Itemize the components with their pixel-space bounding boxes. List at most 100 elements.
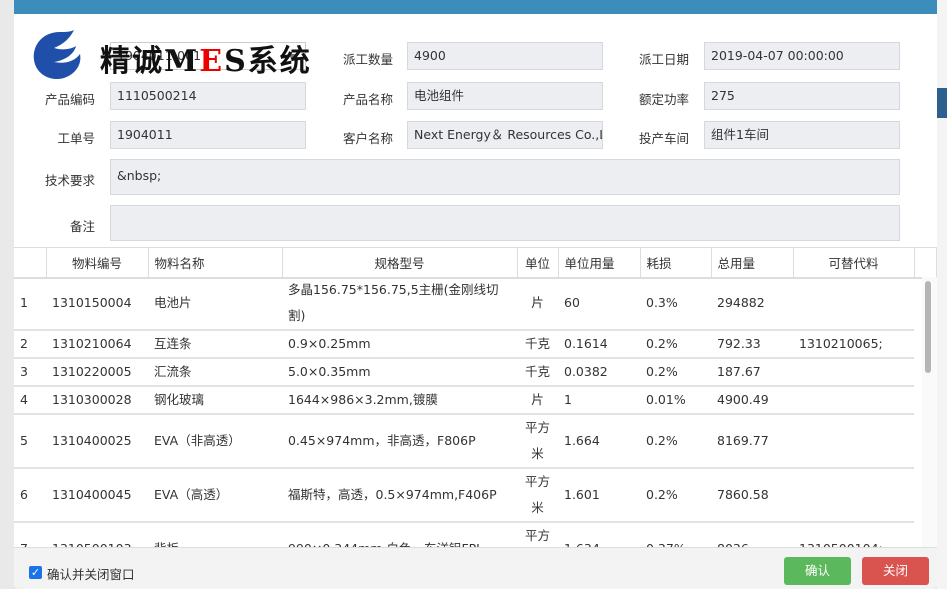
total-qty: 7860.58: [711, 468, 793, 523]
table-row[interactable]: 5 1310400025 EVA（非高透） 0.45×974mm，非高透，F806P 平…: [14, 414, 914, 469]
alt-material: [793, 468, 914, 523]
row-index: 1: [14, 277, 46, 331]
spec: 990×0.344mm,白色，东洋铝FPL-: [282, 522, 517, 547]
checkbox-label[interactable]: 确认并关闭窗口: [47, 564, 135, 583]
loss: 0.2%: [640, 414, 711, 469]
material-code: 1310210064: [46, 330, 148, 359]
unit-qty: 0.1614: [558, 330, 640, 359]
material-name: 互连条: [148, 330, 282, 359]
spec: 福斯特，高透，0.5×974mm,F406P: [282, 468, 517, 523]
workshop-field[interactable]: 组件1车间: [704, 121, 900, 149]
loss: 0.01%: [640, 386, 711, 415]
table-row[interactable]: 2 1310210064 互连条 0.9×0.25mm 千克 0.1614 0.2% 792.…: [14, 330, 914, 359]
material-code: 1310150004: [46, 277, 148, 331]
material-code: 1310400045: [46, 468, 148, 523]
col-total[interactable]: 总用量: [711, 247, 794, 279]
row-index: 5: [14, 414, 46, 469]
table-row[interactable]: 3 1310220005 汇流条 5.0×0.35mm 千克 0.0382 0.2% 187.…: [14, 358, 914, 387]
date-label: 派工日期: [638, 52, 689, 67]
material-code: 1310220005: [46, 358, 148, 387]
col-index[interactable]: [14, 247, 47, 279]
total-qty: 294882: [711, 277, 793, 331]
unit: 千克: [517, 330, 558, 359]
qty-field[interactable]: 4900: [407, 42, 603, 70]
tech-label: 技术要求: [44, 173, 95, 188]
table-row[interactable]: 1 1310150004 电池片 多晶156.75*156.75,5主栅(金刚线切割)…: [14, 277, 914, 331]
row-index: 7: [14, 522, 46, 547]
power-field[interactable]: 275: [704, 82, 900, 110]
alt-material: [793, 358, 914, 387]
alt-material: 1310500104;: [793, 522, 914, 547]
row-index: 4: [14, 386, 46, 415]
customer-label: 客户名称: [342, 131, 393, 146]
row-index: 3: [14, 358, 46, 387]
material-code: 1310300028: [46, 386, 148, 415]
unit-qty: 1.601: [558, 468, 640, 523]
unit: 片: [517, 277, 558, 331]
col-loss[interactable]: 耗损: [640, 247, 712, 279]
alt-material: [793, 386, 914, 415]
total-qty: 8169.77: [711, 414, 793, 469]
loss: 0.37%: [640, 522, 711, 547]
unit-qty: 1.664: [558, 414, 640, 469]
spec: 1644×986×3.2mm,镀膜: [282, 386, 517, 415]
table-row[interactable]: 4 1310300028 钢化玻璃 1644×986×3.2mm,镀膜片 1 0.01% 4…: [14, 386, 914, 415]
col-name[interactable]: 物料名称: [148, 247, 283, 279]
col-alt[interactable]: 可替代料: [793, 247, 915, 279]
unit: 平方米: [517, 468, 558, 523]
order-field[interactable]: 1904011: [110, 121, 306, 149]
material-name: 汇流条: [148, 358, 282, 387]
col-code[interactable]: 物料编号: [46, 247, 149, 279]
spec: 多晶156.75*156.75,5主栅(金刚线切割): [282, 277, 517, 331]
logo: 精诚MES系统: [30, 28, 310, 82]
product-name-field[interactable]: 电池组件: [407, 82, 603, 110]
total-qty: 4900.49: [711, 386, 793, 415]
unit: 平方米: [517, 522, 558, 547]
table-row[interactable]: 71310500103背板990×0.344mm,白色，东洋铝FPL-平方米1.…: [14, 522, 914, 547]
customer-field[interactable]: Next Energy＆ Resources Co.,LTD: [407, 121, 603, 149]
tech-field[interactable]: &nbsp;: [110, 159, 900, 195]
col-spacer: [914, 247, 937, 279]
unit: 片: [517, 386, 558, 415]
material-code: 1310400025: [46, 414, 148, 469]
note-field[interactable]: [110, 205, 900, 241]
spec: 5.0×0.35mm: [282, 358, 517, 387]
scrollbar-thumb[interactable]: [925, 281, 931, 373]
dialog-titlebar: [14, 0, 937, 14]
table-scrollbar[interactable]: [922, 277, 937, 547]
dispatch-dialog: 1904011-001 精诚MES系统 派工数量 4900 派工日期 2019-…: [14, 0, 937, 589]
alt-material: [793, 414, 914, 469]
date-field[interactable]: 2019-04-07 00:00:00: [704, 42, 900, 70]
total-qty: 8036: [711, 522, 793, 547]
workshop-label: 投产车间: [638, 131, 689, 146]
unit: 千克: [517, 358, 558, 387]
col-spec[interactable]: 规格型号: [282, 247, 518, 279]
logo-icon: [33, 30, 81, 80]
product-name-label: 产品名称: [342, 92, 393, 107]
total-qty: 187.67: [711, 358, 793, 387]
col-unit[interactable]: 单位: [517, 247, 559, 279]
power-label: 额定功率: [638, 92, 689, 107]
dialog-footer: ✓ 确认并关闭窗口 确认 关闭: [14, 547, 937, 589]
order-label: 工单号: [57, 131, 95, 146]
confirm-close-checkbox[interactable]: ✓: [29, 566, 42, 579]
material-name: 背板: [148, 522, 282, 547]
table-header: 物料编号 物料名称 规格型号 单位 单位用量 耗损 总用量 可替代料: [14, 247, 937, 279]
material-name: EVA（非高透）: [148, 414, 282, 469]
table-row[interactable]: 6 1310400045 EVA（高透） 福斯特，高透，0.5×974mm,F406P…: [14, 468, 914, 523]
product-code-label: 产品编码: [44, 92, 95, 107]
unit-qty: 1: [558, 386, 640, 415]
row-index: 2: [14, 330, 46, 359]
qty-label: 派工数量: [342, 52, 393, 67]
spec: 0.45×974mm，非高透，F806P: [282, 414, 517, 469]
material-name: 钢化玻璃: [148, 386, 282, 415]
loss: 0.2%: [640, 330, 711, 359]
loss: 0.2%: [640, 468, 711, 523]
loss: 0.3%: [640, 277, 711, 331]
product-code-field[interactable]: 1110500214: [110, 82, 306, 110]
unit-qty: 1.634: [558, 522, 640, 547]
close-button[interactable]: 关闭: [862, 557, 929, 585]
confirm-button[interactable]: 确认: [784, 557, 851, 585]
unit-qty: 60: [558, 277, 640, 331]
col-unit-qty[interactable]: 单位用量: [558, 247, 641, 279]
